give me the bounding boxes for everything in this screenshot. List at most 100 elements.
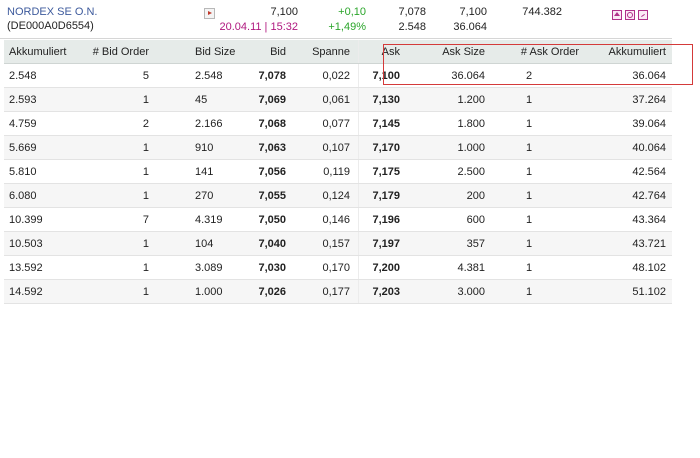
cell-spread: 0,077 xyxy=(322,117,350,130)
cell-spread: 0,107 xyxy=(322,141,350,154)
cell-bid-size: 910 xyxy=(195,141,214,154)
cell-spread: 0,157 xyxy=(322,237,350,250)
header-bid: Bid xyxy=(270,45,286,58)
cell-ask-size: 1.800 xyxy=(457,117,485,130)
clock-icon[interactable] xyxy=(625,10,635,20)
action-icons xyxy=(612,10,648,20)
cell-bid-orders: 1 xyxy=(142,141,149,154)
cell-ask-accumulated: 43.721 xyxy=(632,237,666,250)
cell-ask: 7,130 xyxy=(358,88,402,111)
cell-ask: 7,203 xyxy=(358,280,402,303)
cell-bid-accumulated: 14.592 xyxy=(9,285,43,298)
cell-bid-size: 3.089 xyxy=(195,261,223,274)
cell-ask-accumulated: 43.364 xyxy=(632,213,666,226)
cell-bid: 7,063 xyxy=(258,141,286,154)
cell-bid-accumulated: 13.592 xyxy=(9,261,43,274)
cell-spread: 0,119 xyxy=(323,165,350,178)
last-price: 7,100 xyxy=(270,6,298,18)
change-percent: +1,49% xyxy=(328,21,366,33)
cell-bid-accumulated: 2.593 xyxy=(9,93,37,106)
table-row: 2.593 1 45 7,069 0,061 7,130 1.200 1 37.264 xyxy=(4,88,672,112)
cell-bid-accumulated: 10.399 xyxy=(9,213,43,226)
cell-bid: 7,050 xyxy=(258,213,286,226)
table-row: 10.399 7 4.319 7,050 0,146 7,196 600 1 43.364 xyxy=(4,208,672,232)
cell-bid-size: 2.166 xyxy=(195,117,223,130)
cell-bid-orders: 1 xyxy=(142,261,149,274)
table-row: 5.810 1 141 7,056 0,119 7,175 2.500 1 42.564 xyxy=(4,160,672,184)
cell-ask-orders: 2 xyxy=(526,69,533,82)
table-row: 2.548 5 2.548 7,078 0,022 7,100 36.064 2 36.064 xyxy=(4,64,672,88)
header-bid-accumulated: Akkumuliert xyxy=(9,45,67,58)
cell-bid-accumulated: 6.080 xyxy=(9,189,37,202)
cell-ask-accumulated: 48.102 xyxy=(632,261,666,274)
cell-bid-orders: 1 xyxy=(142,189,149,202)
home-icon[interactable] xyxy=(612,10,622,20)
cell-bid-size: 141 xyxy=(195,165,214,178)
cell-ask: 7,179 xyxy=(358,184,402,207)
cell-bid: 7,056 xyxy=(258,165,286,178)
cell-bid-orders: 5 xyxy=(142,69,149,82)
cell-ask: 7,196 xyxy=(358,208,402,231)
cell-ask-accumulated: 42.564 xyxy=(632,165,666,178)
cell-bid-orders: 1 xyxy=(142,93,149,106)
table-header-row: Akkumuliert # Bid Order Bid Size Bid Spa… xyxy=(4,40,672,64)
cell-bid-orders: 1 xyxy=(142,165,149,178)
cell-ask-orders: 1 xyxy=(526,213,533,226)
cell-ask-size: 357 xyxy=(466,237,485,250)
cell-bid: 7,069 xyxy=(258,93,286,106)
header-ask-orders: # Ask Order xyxy=(520,45,579,58)
cell-ask-accumulated: 39.064 xyxy=(632,117,666,130)
cell-bid-orders: 7 xyxy=(142,213,149,226)
ask-price: 7,100 xyxy=(459,6,487,18)
cell-ask-accumulated: 51.102 xyxy=(632,285,666,298)
cell-ask: 7,197 xyxy=(358,232,402,255)
cell-ask: 7,100 xyxy=(358,64,402,87)
cell-bid: 7,026 xyxy=(258,285,286,298)
cell-bid-accumulated: 2.548 xyxy=(9,69,37,82)
cell-ask-size: 2.500 xyxy=(457,165,485,178)
chart-icon[interactable] xyxy=(638,10,648,20)
cell-ask: 7,145 xyxy=(358,112,402,135)
order-book-table: Akkumuliert # Bid Order Bid Size Bid Spa… xyxy=(4,40,672,304)
cell-bid: 7,068 xyxy=(258,117,286,130)
cell-bid-accumulated: 5.669 xyxy=(9,141,37,154)
cell-ask-orders: 1 xyxy=(526,237,533,250)
cell-ask-orders: 1 xyxy=(526,93,533,106)
cell-spread: 0,022 xyxy=(322,69,350,82)
cell-bid-size: 1.000 xyxy=(195,285,223,298)
cell-ask-size: 1.200 xyxy=(457,93,485,106)
table-row: 13.592 1 3.089 7,030 0,170 7,200 4.381 1 48.102 xyxy=(4,256,672,280)
cell-bid: 7,030 xyxy=(258,261,286,274)
cell-spread: 0,146 xyxy=(322,213,350,226)
table-row: 5.669 1 910 7,063 0,107 7,170 1.000 1 40.064 xyxy=(4,136,672,160)
table-row: 6.080 1 270 7,055 0,124 7,179 200 1 42.764 xyxy=(4,184,672,208)
table-row: 10.503 1 104 7,040 0,157 7,197 357 1 43.721 xyxy=(4,232,672,256)
cell-ask-orders: 1 xyxy=(526,141,533,154)
cell-bid-accumulated: 5.810 xyxy=(9,165,37,178)
cell-ask-size: 3.000 xyxy=(457,285,485,298)
cell-bid: 7,078 xyxy=(258,69,286,82)
cell-ask: 7,200 xyxy=(358,256,402,279)
cell-ask-accumulated: 36.064 xyxy=(632,69,666,82)
instrument-name-link[interactable]: NORDEX SE O.N. xyxy=(7,6,97,18)
table-row: 4.759 2 2.166 7,068 0,077 7,145 1.800 1 39.064 xyxy=(4,112,672,136)
table-row: 14.592 1 1.000 7,026 0,177 7,203 3.000 1 51.102 xyxy=(4,280,672,304)
cell-spread: 0,177 xyxy=(322,285,350,298)
expand-arrow-icon[interactable] xyxy=(204,8,215,19)
cell-bid-size: 104 xyxy=(195,237,214,250)
instrument-isin: (DE000A0D6554) xyxy=(7,20,94,32)
cell-ask-size: 36.064 xyxy=(451,69,485,82)
header-bid-size: Bid Size xyxy=(195,45,236,58)
header-ask: Ask xyxy=(358,40,402,63)
cell-ask-accumulated: 37.264 xyxy=(632,93,666,106)
cell-bid: 7,055 xyxy=(258,189,286,202)
table-body: 2.548 5 2.548 7,078 0,022 7,100 36.064 2 36.064 2… xyxy=(4,64,672,304)
quote-row: NORDEX SE O.N. (DE000A0D6554) 7,100 20.0… xyxy=(0,0,672,39)
cell-ask-orders: 1 xyxy=(526,165,533,178)
cell-ask-orders: 1 xyxy=(526,189,533,202)
cell-bid-size: 4.319 xyxy=(195,213,223,226)
cell-bid-orders: 2 xyxy=(142,117,149,130)
cell-spread: 0,170 xyxy=(322,261,350,274)
quote-datetime: 20.04.11 | 15:32 xyxy=(219,21,299,33)
cell-bid-size: 270 xyxy=(195,189,214,202)
